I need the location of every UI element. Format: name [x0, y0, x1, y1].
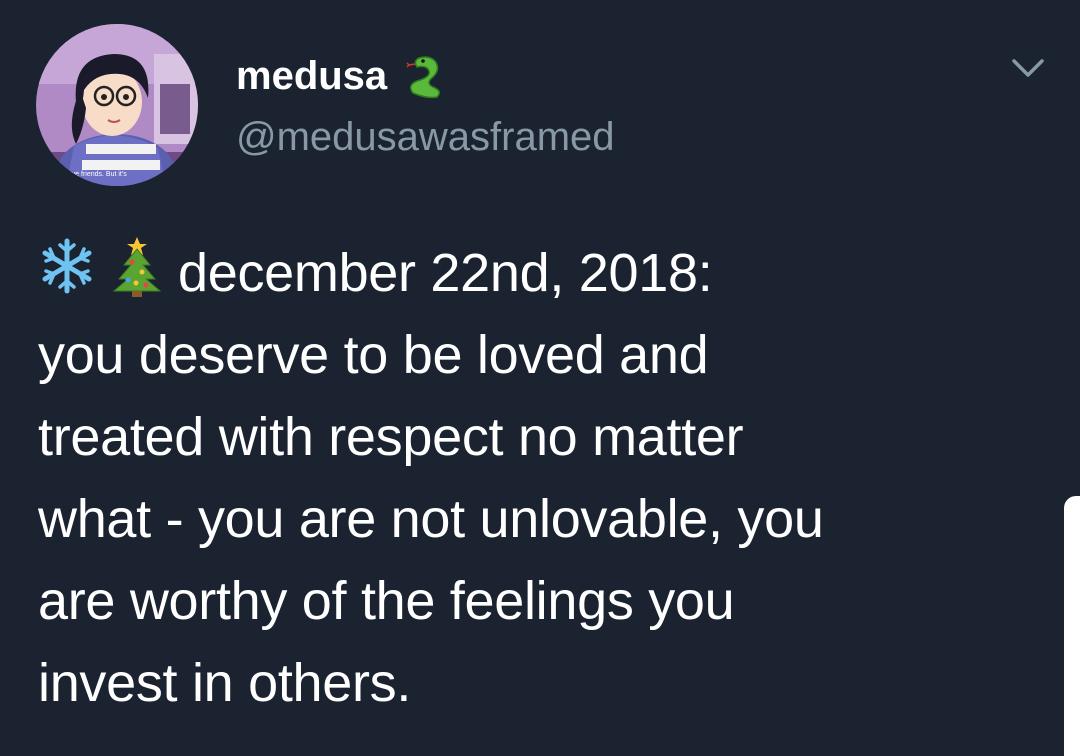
- tweet-text-line: december 22nd, 2018:: [178, 243, 713, 303]
- christmas-tree-icon: [108, 235, 166, 297]
- tweet-text-line: are worthy of the feelings you: [38, 571, 735, 631]
- tweet-line: december 22nd, 2018:: [38, 232, 1038, 314]
- snowflake-icon: [38, 235, 96, 297]
- snake-icon: [403, 53, 447, 99]
- tweet-text-line: treated with respect no matter: [38, 407, 744, 467]
- tweet-text-line: what - you are not unlovable, you: [38, 489, 824, 549]
- display-name[interactable]: medusa: [236, 52, 447, 100]
- user-handle[interactable]: @medusawasframed: [236, 113, 615, 161]
- avatar-caption: t have friends. But it's: [60, 171, 127, 178]
- cropped-panel-edge: [1064, 496, 1080, 756]
- avatar[interactable]: t have friends. But it's: [36, 24, 198, 186]
- avatar-image: t have friends. But it's: [36, 24, 198, 186]
- tweet-text-line: invest in others.: [38, 653, 412, 713]
- tweet-text-line: you deserve to be loved and: [38, 325, 709, 385]
- display-name-text: medusa: [236, 54, 388, 98]
- chevron-down-icon[interactable]: [1010, 55, 1046, 81]
- tweet-text: december 22nd, 2018: you deserve to be l…: [38, 232, 1038, 724]
